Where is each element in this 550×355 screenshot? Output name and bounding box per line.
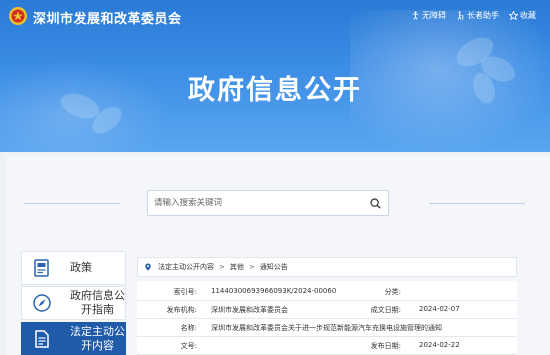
book-icon — [34, 259, 49, 277]
breadcrumb: 法定主动公开内容 > 其他 > 通知公告 — [137, 257, 517, 277]
breadcrumb-separator: > — [248, 263, 255, 271]
elder-assist-link[interactable]: 长者助手 — [456, 10, 499, 21]
info-row: 发布机构: 深圳市发展和改革委员会 成文日期: 2024-02-07 — [137, 301, 517, 319]
doc-name-value: 深圳市发展和改革委员会关于进一步规范新能源汽车充换电设施管理的通知 — [211, 324, 442, 332]
breadcrumb-separator: > — [219, 263, 225, 271]
nav-item-policy[interactable]: 政策 — [21, 251, 126, 285]
breadcrumb-link[interactable]: 其他 — [230, 262, 244, 272]
search-icon — [369, 197, 381, 209]
doc-number-label: 文号: — [180, 342, 197, 350]
created-date-value: 2024-02-07 — [419, 305, 460, 313]
accessibility-icon — [412, 11, 419, 20]
header-tools: 无障碍 长者助手 收藏 — [411, 10, 536, 21]
star-icon — [509, 11, 518, 20]
header-banner: 深圳市发展和改革委员会 无障碍 长者助手 收藏 政府信息公开 — [0, 0, 550, 152]
breadcrumb-link[interactable]: 通知公告 — [260, 262, 288, 272]
page-heading: 政府信息公开 — [188, 75, 362, 106]
accessibility-link[interactable]: 无障碍 — [411, 10, 446, 21]
nav-item-statutory-content[interactable]: 法定主动公开内容 — [21, 322, 126, 355]
nav-item-label: 政策 — [70, 261, 92, 274]
elder-assist-icon — [457, 11, 464, 20]
search-input[interactable] — [154, 198, 368, 208]
nav-item-disclosure-guide[interactable]: 政府信息公开指南 — [21, 286, 126, 320]
favorite-link[interactable]: 收藏 — [509, 10, 536, 21]
doc-name-label: 名称: — [180, 324, 197, 332]
document-info-table: 索引号: 11440300693966093K/2024-00060 分类: 发… — [137, 281, 517, 355]
breadcrumb-link[interactable]: 法定主动公开内容 — [158, 262, 214, 272]
accessibility-label: 无障碍 — [422, 11, 446, 20]
info-row: 名称: 深圳市发展和改革委员会关于进一步规范新能源汽车充换电设施管理的通知 — [137, 319, 517, 337]
favorite-label: 收藏 — [520, 11, 536, 20]
national-emblem-icon — [9, 7, 27, 25]
nav-item-label: 政府信息公开指南 — [70, 289, 125, 316]
publisher-value: 深圳市发展和改革委员会 — [211, 306, 288, 314]
nav-item-label: 法定主动公开内容 — [70, 324, 125, 352]
main-panel: 政策 政府信息公开指南 法定主动公开内容 法定主动公开内容 > 其他 > 通知公… — [6, 156, 550, 355]
site-title[interactable]: 深圳市发展和改革委员会 — [33, 8, 182, 27]
info-row: 索引号: 11440300693966093K/2024-00060 分类: — [137, 283, 517, 301]
category-label: 分类: — [384, 288, 401, 296]
published-date-label: 发布日期: — [370, 342, 401, 350]
compass-icon — [33, 294, 51, 312]
search-bar — [147, 190, 389, 216]
search-button[interactable] — [368, 196, 382, 210]
search-divider-left — [24, 203, 120, 204]
document-icon — [35, 329, 49, 348]
elder-assist-label: 长者助手 — [467, 11, 499, 20]
published-date-value: 2024-02-22 — [419, 341, 460, 349]
publisher-label: 发布机构: — [166, 306, 197, 314]
search-divider-right — [429, 203, 525, 204]
index-label: 索引号: — [173, 288, 197, 296]
location-pin-icon — [145, 263, 151, 271]
created-date-label: 成文日期: — [370, 306, 401, 314]
info-row: 文号: 发布日期: 2024-02-22 — [137, 337, 517, 355]
index-value: 11440300693966093K/2024-00060 — [211, 287, 337, 295]
